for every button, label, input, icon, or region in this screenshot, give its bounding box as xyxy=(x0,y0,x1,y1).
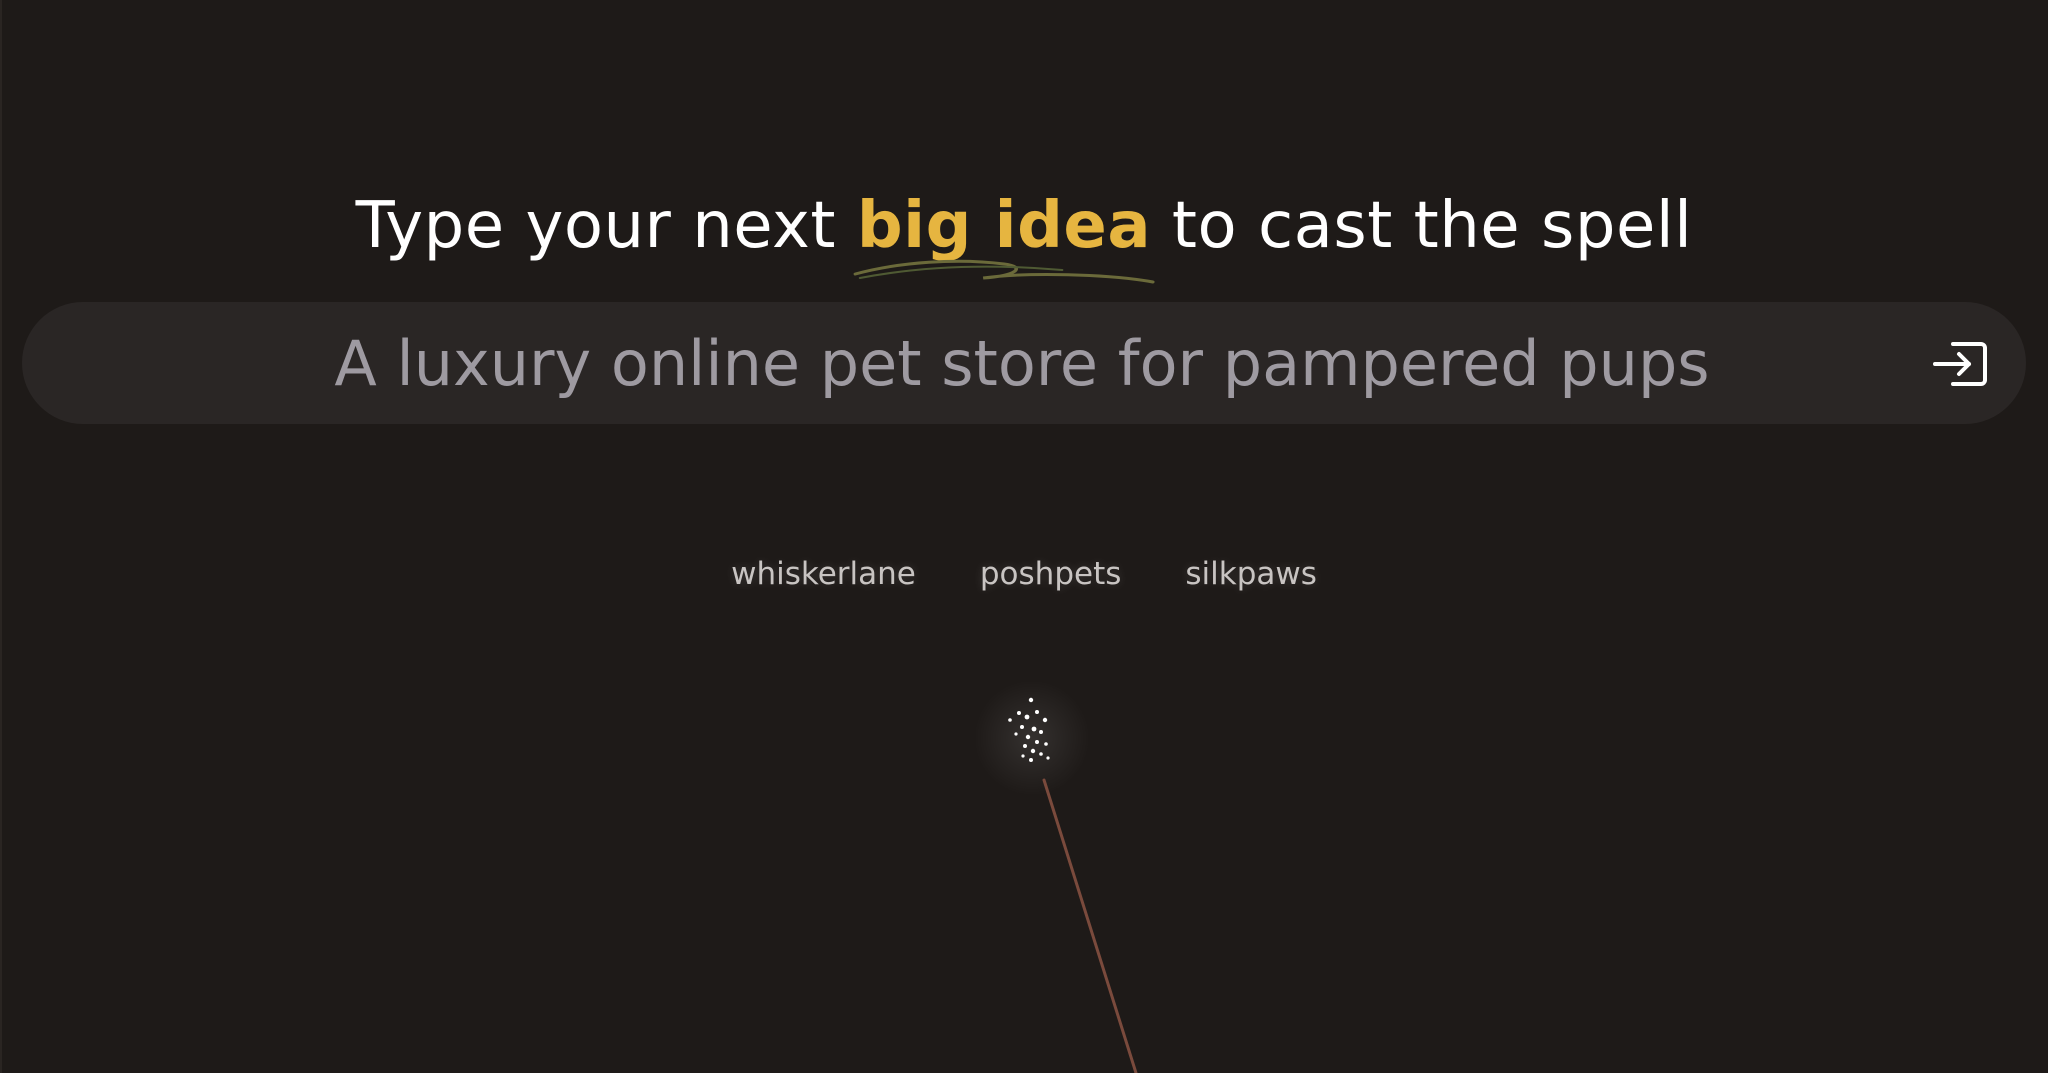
scribble-underline-icon xyxy=(853,259,1155,284)
heading-accent: big idea xyxy=(853,178,1155,284)
page: Type your next big idea to cast the spel… xyxy=(0,0,2048,1073)
suggestion-poshpets[interactable]: poshpets xyxy=(980,556,1122,592)
wand-stick xyxy=(1042,778,1138,1073)
magic-wand-icon xyxy=(974,680,1138,1073)
left-edge-divider xyxy=(0,0,2,1073)
suggestion-silkpaws[interactable]: silkpaws xyxy=(1185,556,1317,592)
suggestion-whiskerlane[interactable]: whiskerlane xyxy=(731,556,916,592)
idea-input[interactable] xyxy=(172,302,1872,424)
submit-button[interactable] xyxy=(1930,333,1992,395)
wand-glow xyxy=(974,680,1090,796)
page-heading: Type your next big idea to cast the spel… xyxy=(0,178,2048,284)
suggestion-list: whiskerlane poshpets silkpaws xyxy=(0,556,2048,592)
heading-text-before: Type your next xyxy=(355,189,857,263)
search-bar xyxy=(22,302,2026,424)
heading-text-after: to cast the spell xyxy=(1151,189,1693,263)
login-arrow-icon xyxy=(1933,342,1987,386)
sparkles-icon xyxy=(1008,697,1050,762)
